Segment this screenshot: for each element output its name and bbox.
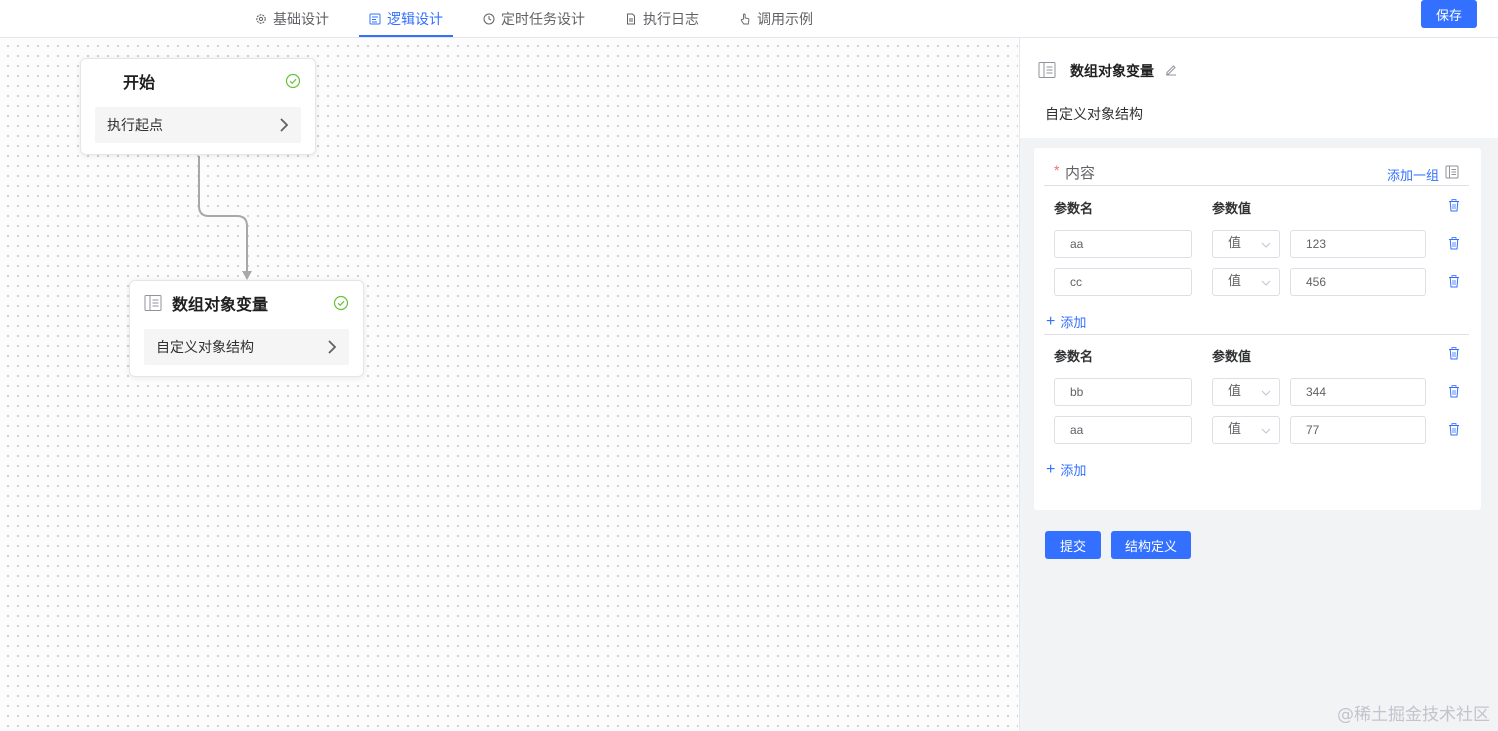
chevron-down-icon [1261,390,1271,396]
watermark: @稀土掘金技术社区 [1337,705,1490,725]
check-circle-icon [285,73,301,89]
node-body-label: 执行起点 [107,117,163,133]
param-name-header: 参数名 [1054,349,1094,364]
value-type-label: 值 [1228,383,1242,398]
tab-basic-design[interactable]: 基础设计 [245,0,339,38]
node-body-label: 自定义对象结构 [156,339,254,355]
group-divider [1044,334,1469,335]
add-row-label: 添加 [1060,463,1087,478]
chevron-right-icon [280,118,289,132]
node-title: 数组对象变量 [172,297,269,314]
tab-label: 执行日志 [643,11,699,27]
panel-description: 自定义对象结构 [1045,106,1143,122]
plus-icon: + [1046,312,1056,330]
tab-execution-log[interactable]: 执行日志 [615,0,709,38]
panel-header: 数组对象变量 自定义对象结构 [1020,38,1498,138]
table-icon[interactable] [1445,165,1459,179]
param-value-header: 参数值 [1212,349,1252,364]
add-row-button[interactable]: + 添加 [1046,312,1086,331]
value-type-label: 值 [1228,273,1242,288]
param-name-input[interactable] [1054,230,1192,258]
content-header: * 内容 添加一组 [1044,160,1469,186]
param-value-input[interactable] [1290,416,1426,444]
value-type-select[interactable]: 值 [1212,378,1280,406]
param-value-input[interactable] [1290,268,1426,296]
delete-row-icon[interactable] [1448,237,1460,250]
add-group-button[interactable]: 添加一组 [1387,165,1439,184]
property-panel: 数组对象变量 自定义对象结构 * 内容 添加一组 参数名 参数值 值 值 + 添加… [1019,38,1498,731]
param-name-input[interactable] [1054,416,1192,444]
flow-canvas[interactable]: 开始 执行起点 数组对象变量 自定义对象结构 [0,38,1018,731]
tab-label: 逻辑设计 [387,11,443,27]
delete-group-icon[interactable] [1448,347,1460,360]
param-name-header: 参数名 [1054,201,1094,216]
node-body[interactable]: 执行起点 [95,107,301,143]
table-icon [144,295,162,311]
chevron-right-icon [328,340,337,354]
edit-icon[interactable] [1164,62,1178,76]
submit-button[interactable]: 提交 [1045,531,1101,559]
structure-definition-button[interactable]: 结构定义 [1111,531,1191,559]
param-name-input[interactable] [1054,378,1192,406]
tab-scheduled-task[interactable]: 定时任务设计 [473,0,595,38]
add-row-label: 添加 [1060,315,1087,330]
chevron-down-icon [1261,280,1271,286]
required-mark: * [1054,162,1060,178]
tab-label: 调用示例 [757,11,813,27]
delete-row-icon[interactable] [1448,423,1460,436]
top-bar: 基础设计 逻辑设计 定时任务设计 执行日志 调用示例 保存 [0,0,1498,38]
value-type-select[interactable]: 值 [1212,268,1280,296]
node-body[interactable]: 自定义对象结构 [144,329,349,365]
tab-logic-design[interactable]: 逻辑设计 [359,0,453,38]
gear-icon [256,14,266,24]
plus-icon: + [1046,460,1056,478]
hand-pointer-icon [740,13,750,25]
value-type-select[interactable]: 值 [1212,230,1280,258]
flow-icon [369,13,381,25]
tab-label: 基础设计 [273,11,329,27]
tab-usage-example[interactable]: 调用示例 [729,0,823,38]
node-title: 开始 [123,75,156,92]
flow-node-start[interactable]: 开始 执行起点 [80,58,316,155]
node-header: 开始 [81,59,315,103]
save-button[interactable]: 保存 [1421,0,1477,28]
value-type-label: 值 [1228,235,1242,250]
value-type-select[interactable]: 值 [1212,416,1280,444]
tab-label: 定时任务设计 [501,11,585,27]
content-label: 内容 [1065,165,1096,182]
tab-bar: 基础设计 逻辑设计 定时任务设计 执行日志 调用示例 [245,0,843,38]
delete-row-icon[interactable] [1448,385,1460,398]
clock-icon [483,13,495,25]
value-type-label: 值 [1228,421,1242,436]
param-name-input[interactable] [1054,268,1192,296]
add-row-button[interactable]: + 添加 [1046,460,1086,479]
delete-row-icon[interactable] [1448,275,1460,288]
chevron-down-icon [1261,242,1271,248]
table-icon [1038,62,1056,78]
param-value-input[interactable] [1290,230,1426,258]
check-circle-icon [333,295,349,311]
document-icon [627,13,635,25]
param-value-header: 参数值 [1212,201,1252,216]
content-card: * 内容 添加一组 参数名 参数值 值 值 + 添加 参数名 参数值 值 值 + 添… [1034,148,1481,510]
param-value-input[interactable] [1290,378,1426,406]
delete-group-icon[interactable] [1448,199,1460,212]
panel-title: 数组对象变量 [1070,63,1154,79]
flow-node-array-object-variable[interactable]: 数组对象变量 自定义对象结构 [129,280,364,377]
node-header: 数组对象变量 [130,281,363,325]
chevron-down-icon [1261,428,1271,434]
